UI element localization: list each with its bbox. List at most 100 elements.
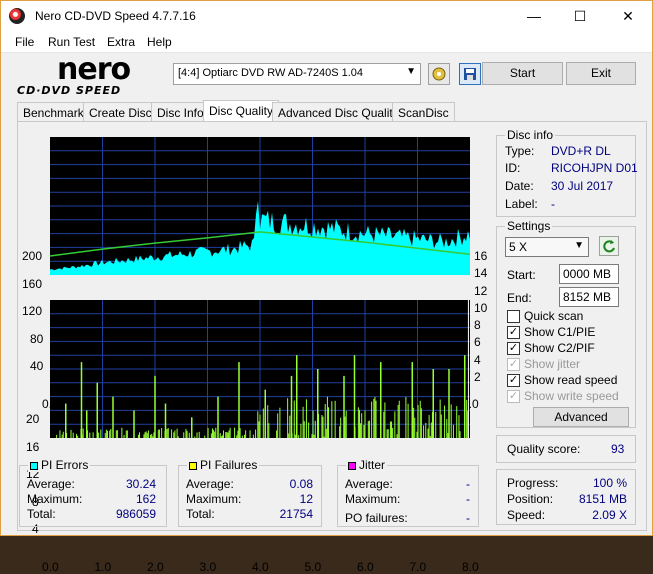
pi-errors-avg-value: 30.24 [125,477,156,491]
nero-app-icon [9,8,25,24]
pi-failures-title: PI Failures [187,458,260,472]
show-write-speed-checkbox: ✓ [507,390,520,403]
menu-extra[interactable]: Extra [107,35,135,49]
menu-help[interactable]: Help [147,35,172,49]
show-read-speed-checkbox[interactable]: ✓ [507,374,520,387]
pi-errors-y2-tick: 6 [474,335,481,350]
pi-failures-x-tick: 6.0 [357,560,374,574]
nero-logo: nero CD·DVD SPEED [15,52,165,100]
show-write-speed-label: Show write speed [524,389,619,403]
speed-label: Speed: [507,508,546,522]
pi-failures-x-tick: 1.0 [94,560,112,574]
quick-scan-label: Quick scan [524,309,584,323]
quality-score-label: Quality score: [507,442,581,456]
chevron-down-icon: ▼ [574,240,584,251]
pi-failures-x-tick: 0.0 [42,560,59,574]
chevron-down-icon: ▼ [406,66,416,77]
exit-button[interactable]: Exit [566,62,636,85]
drive-select-value: [4:4] Optiarc DVD RW AD-7240S 1.04 [178,67,364,79]
pi-errors-avg-label: Average: [27,477,75,491]
show-c2-checkbox[interactable]: ✓ [507,342,520,355]
pi-failures-chart-svg [50,300,470,438]
tab-disc-info[interactable]: Disc Info [151,102,210,122]
end-label: End: [507,291,532,305]
quality-score-group: Quality score: 93 [496,435,636,463]
pi-errors-total-value: 986059 [115,507,156,521]
show-c1-checkbox[interactable]: ✓ [507,326,520,339]
show-c2-label: Show C2/PIF [524,341,595,355]
pi-errors-y2-tick: 14 [474,266,488,281]
pi-errors-y2-tick: 10 [474,300,488,315]
tab-benchmark[interactable]: Benchmark [17,102,90,122]
pi-failures-x-tick: 3.0 [199,560,217,574]
pi-failures-avg-label: Average: [186,477,234,491]
tab-create-disc[interactable]: Create Disc [83,102,158,122]
tab-advanced-disc-quality[interactable]: Advanced Disc Quality [272,102,405,122]
jitter-title: Jitter [346,458,388,472]
pi-errors-y2-tick: 12 [474,283,488,298]
pi-errors-y2-tick: 2 [474,369,481,384]
jitter-title-text: Jitter [359,458,386,472]
pi-errors-y-tick: 40 [30,359,44,374]
tab-scandisc[interactable]: ScanDisc [392,102,455,122]
quick-scan-checkbox[interactable] [507,310,520,323]
label-value: - [551,197,555,211]
drive-info-button[interactable] [428,63,450,85]
progress-label: Progress: [507,476,559,490]
title-bar: Nero CD-DVD Speed 4.7.7.16 — ☐ ✕ [1,1,652,31]
minimize-button[interactable]: — [511,1,557,31]
jitter-avg-label: Average: [345,477,393,491]
disc-info-group: Disc info Type: DVD+R DL ID: RICOHJPN D0… [496,128,638,217]
pi-errors-y2-tick: 16 [474,249,488,263]
pi-errors-chart [49,137,471,275]
end-input[interactable]: 8152 MB [559,287,619,307]
close-button[interactable]: ✕ [605,1,651,31]
jitter-max-value: - [466,492,470,506]
position-value: 8151 MB [578,492,627,506]
speed-select-value: 5 X [509,240,528,254]
jitter-max-label: Maximum: [345,492,401,506]
logo-nero-text: nero [57,52,131,87]
pi-failures-x-tick: 5.0 [304,560,322,574]
pi-failures-x-tick: 2.0 [147,560,164,574]
jitter-avg-value: - [466,477,470,491]
pi-failures-chart [50,300,470,438]
refresh-speed-button[interactable] [599,236,619,256]
pi-errors-title-text: PI Errors [41,458,89,472]
tab-disc-quality[interactable]: Disc Quality [203,100,280,122]
settings-group: Settings 5 X ▼ Start: 0000 MB End: 8152 … [496,219,636,428]
menu-run-test[interactable]: Run Test [48,35,95,49]
show-read-speed-label: Show read speed [524,373,618,387]
menu-bar: File Run Test Extra Help [1,31,652,53]
pi-failures-total-value: 21754 [279,507,313,521]
quality-score-value: 93 [611,442,625,456]
pi-errors-title: PI Errors [28,458,91,472]
pi-errors-total-label: Total: [27,507,56,521]
window-title: Nero CD-DVD Speed 4.7.7.16 [35,9,196,23]
pi-errors-y-tick: 120 [22,304,43,319]
settings-title: Settings [505,219,553,233]
speed-select[interactable]: 5 X ▼ [505,237,589,257]
pi-errors-y2-tick: 8 [474,318,481,332]
po-failures-label: PO failures: [345,511,408,525]
label-label: Label: [505,197,538,211]
maximize-button[interactable]: ☐ [557,1,603,31]
menu-file[interactable]: File [15,35,34,49]
pi-failures-avg-value: 0.08 [289,477,313,491]
pi-errors-legend-swatch [30,461,38,470]
jitter-group: Jitter Average: - Maximum: - PO failures… [337,458,479,527]
drive-select[interactable]: [4:4] Optiarc DVD RW AD-7240S 1.04 ▼ [173,63,421,85]
start-input[interactable]: 0000 MB [559,264,619,284]
advanced-button[interactable]: Advanced [533,407,629,427]
pi-errors-y-tick: 80 [30,331,44,346]
pi-failures-group: PI Failures Average: 0.08 Maximum: 12 To… [178,458,322,527]
progress-value: 100 % [592,476,627,490]
date-value: 30 Jul 2017 [551,179,614,193]
save-button[interactable] [459,63,481,85]
pi-failures-max-label: Maximum: [186,492,242,506]
pi-errors-y-tick: 160 [22,276,43,291]
show-jitter-checkbox: ✓ [507,358,520,371]
start-button[interactable]: Start [482,62,563,85]
logo-sub-text: CD·DVD SPEED [17,84,122,97]
show-jitter-label: Show jitter [524,357,581,371]
